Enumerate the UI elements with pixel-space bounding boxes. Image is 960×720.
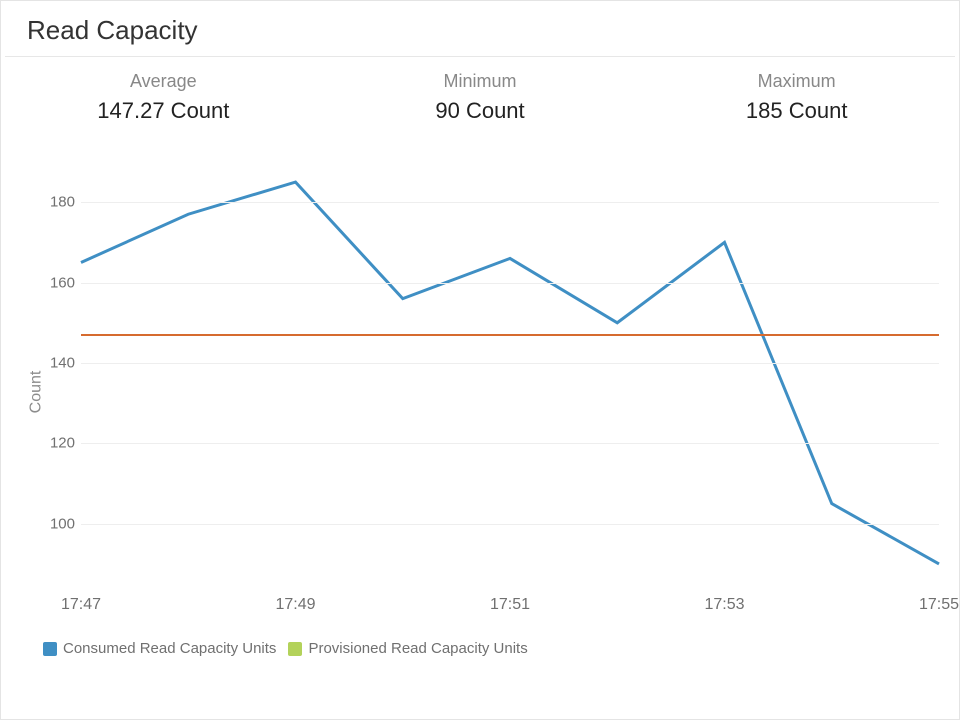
chart-area: Count 10012014016018017:4717:4917:5117:5… bbox=[17, 152, 943, 632]
stat-minimum: Minimum 90 Count bbox=[322, 71, 639, 124]
x-tick: 17:53 bbox=[704, 596, 744, 614]
read-capacity-panel: Read Capacity Average 147.27 Count Minim… bbox=[0, 0, 960, 720]
y-tick: 160 bbox=[41, 274, 75, 291]
grid-line bbox=[81, 283, 939, 284]
grid-line bbox=[81, 202, 939, 203]
stat-average-value: 147.27 Count bbox=[5, 98, 322, 124]
stat-maximum-label: Maximum bbox=[638, 71, 955, 92]
stats-row: Average 147.27 Count Minimum 90 Count Ma… bbox=[5, 57, 955, 132]
x-tick: 17:51 bbox=[490, 596, 530, 614]
x-tick: 17:49 bbox=[275, 596, 315, 614]
stat-maximum: Maximum 185 Count bbox=[638, 71, 955, 124]
legend-item-provisioned: Provisioned Read Capacity Units bbox=[288, 640, 527, 657]
swatch-consumed bbox=[43, 642, 57, 656]
y-tick: 180 bbox=[41, 194, 75, 211]
y-tick: 120 bbox=[41, 435, 75, 452]
stat-maximum-value: 185 Count bbox=[638, 98, 955, 124]
stat-average: Average 147.27 Count bbox=[5, 71, 322, 124]
legend-consumed-label: Consumed Read Capacity Units bbox=[63, 640, 276, 657]
y-tick: 140 bbox=[41, 354, 75, 371]
legend-provisioned-label: Provisioned Read Capacity Units bbox=[308, 640, 527, 657]
plot-region: 10012014016018017:4717:4917:5117:5317:55 bbox=[81, 162, 939, 584]
stat-average-label: Average bbox=[5, 71, 322, 92]
panel-title: Read Capacity bbox=[5, 15, 955, 56]
grid-line bbox=[81, 363, 939, 364]
legend: Consumed Read Capacity Units Provisioned… bbox=[5, 632, 955, 657]
grid-line bbox=[81, 443, 939, 444]
y-tick: 100 bbox=[41, 515, 75, 532]
swatch-provisioned bbox=[288, 642, 302, 656]
x-tick: 17:47 bbox=[61, 596, 101, 614]
legend-item-consumed: Consumed Read Capacity Units bbox=[43, 640, 276, 657]
average-line bbox=[81, 334, 939, 336]
stat-minimum-label: Minimum bbox=[322, 71, 639, 92]
x-tick: 17:55 bbox=[919, 596, 959, 614]
y-axis-label: Count bbox=[27, 371, 45, 414]
stat-minimum-value: 90 Count bbox=[322, 98, 639, 124]
line-series bbox=[81, 162, 939, 584]
grid-line bbox=[81, 524, 939, 525]
consumed-line bbox=[81, 182, 939, 564]
